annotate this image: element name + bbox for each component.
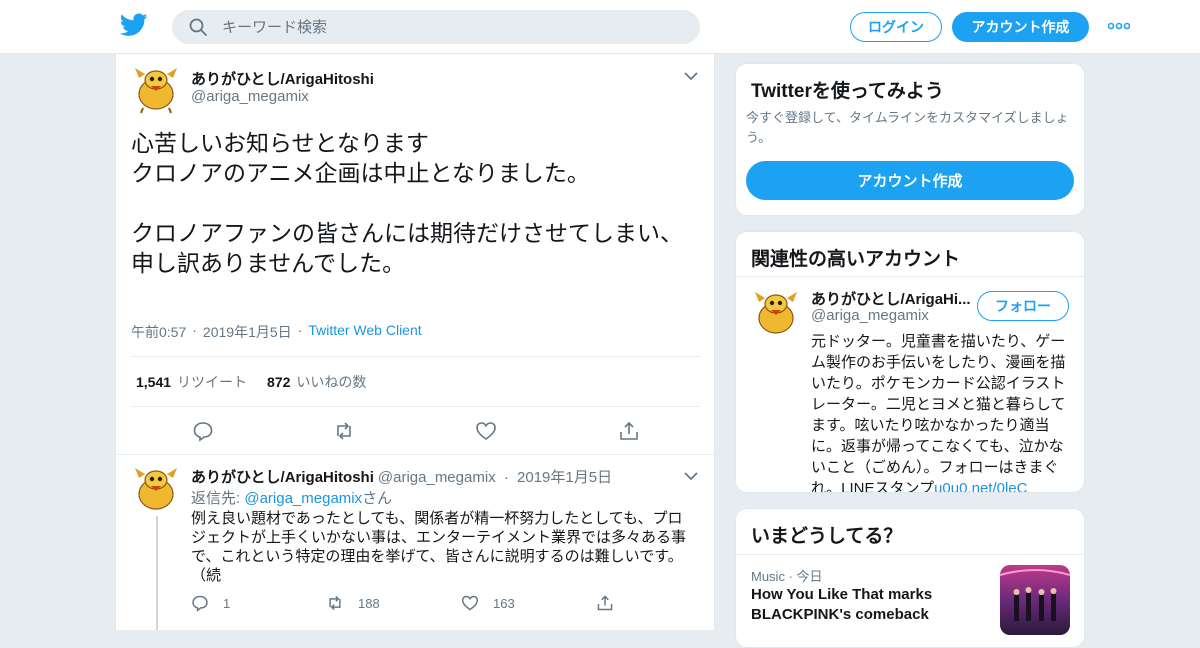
tweet-stats: 1,541 リツイート 872 いいねの数 [136, 372, 366, 392]
tweet-actions [116, 420, 714, 444]
search-box[interactable] [172, 10, 700, 44]
signup-card: Twitterを使ってみよう 今すぐ登録して、タイムラインをカスタマイズしましょ… [735, 63, 1085, 216]
divider [116, 454, 714, 455]
related-accounts-card: 関連性の高いアカウント ありがひとし/ArigaHi... @ariga_meg… [735, 231, 1085, 493]
reply-icon[interactable] [192, 420, 214, 442]
trends-card-title: いまどうしてる？ [751, 526, 903, 547]
share-icon [597, 595, 613, 611]
related-account-name[interactable]: ありがひとし/ArigaHi... [811, 288, 971, 309]
signup-card-subtitle: 今すぐ登録して、タイムラインをカスタマイズしましょう。 [746, 110, 1069, 145]
reply-like-button[interactable]: 163 [461, 594, 515, 612]
reply-date[interactable]: 2019年1月5日 [517, 469, 612, 486]
trend-meta: Music · 今日 [751, 569, 823, 584]
signup-card-button[interactable]: アカウント作成 [746, 161, 1074, 200]
like-stat[interactable]: 872 いいねの数 [267, 372, 366, 392]
trends-card: いまどうしてる？ Music · 今日 How You Like That ma… [735, 508, 1085, 648]
reply-to-line: 返信先: @ariga_megamixさん [191, 490, 393, 507]
tweet-date: 2019年1月5日 [202, 324, 292, 340]
tweet-source-link[interactable]: Twitter Web Client [308, 322, 421, 342]
like-icon[interactable] [475, 420, 497, 442]
related-card-title: 関連性の高いアカウント [751, 249, 961, 270]
reply-to-link[interactable]: @ariga_megamix [244, 490, 362, 507]
like-icon [461, 595, 479, 611]
reply-author-name[interactable]: ありがひとし/ArigaHitoshi [191, 469, 374, 486]
related-account-avatar[interactable] [751, 288, 801, 338]
author-avatar[interactable] [131, 64, 181, 114]
follow-button[interactable]: フォロー [977, 291, 1069, 321]
twitter-bird-icon[interactable] [120, 13, 148, 37]
reply-author-handle[interactable]: @ariga_megamix [378, 469, 496, 486]
search-icon [189, 18, 207, 36]
reply-retweet-button[interactable]: 188 [326, 594, 380, 612]
chevron-down-icon[interactable] [684, 71, 698, 81]
bio-link[interactable]: u0u0.net/0leC [934, 480, 1027, 492]
more-options-icon[interactable] [1108, 18, 1130, 34]
divider [131, 356, 700, 357]
divider [736, 276, 1084, 277]
tweet-time: 午前0:57 [131, 324, 187, 340]
reply-author-avatar[interactable] [131, 464, 181, 514]
tweet-column: ありがひとし/ArigaHitoshi @ariga_megamix 心苦しいお… [115, 54, 715, 630]
author-name[interactable]: ありがひとし/ArigaHitoshi [191, 68, 374, 89]
reply-share-button[interactable] [596, 594, 628, 612]
reply-header: ありがひとし/ArigaHitoshi @ariga_megamix · 2019… [191, 469, 613, 486]
login-button[interactable]: ログイン [850, 12, 942, 42]
reply-text: 例え良い題材であったとしても、関係者が精一杯努力したとしても、プロジェクトが上手… [191, 510, 687, 584]
search-input[interactable] [222, 18, 662, 36]
reply-reply-button[interactable]: 1 [191, 594, 230, 612]
retweet-icon[interactable] [333, 420, 355, 442]
tweet-meta: 午前0:57 · 2019年1月5日 · Twitter Web Client [131, 322, 422, 342]
reply-icon [192, 595, 208, 612]
retweet-icon [329, 595, 341, 611]
reply-actions: 1 188 163 [191, 594, 691, 614]
related-account-bio: 元ドッター。児童書を描いたり、ゲーム製作のお手伝いをしたり、漫画を描いたり。ポケ… [811, 331, 1076, 492]
share-icon[interactable] [618, 420, 640, 442]
trend-headline[interactable]: How You Like That marks BLACKPINK's come… [751, 585, 981, 625]
retweet-stat[interactable]: 1,541 リツイート [136, 372, 247, 392]
thread-line [156, 516, 158, 630]
signup-card-title: Twitterを使ってみよう [751, 81, 944, 102]
related-account-handle[interactable]: @ariga_megamix [811, 307, 929, 324]
trend-thumbnail-image[interactable] [1000, 565, 1070, 635]
top-bar: ログイン アカウント作成 [0, 0, 1200, 54]
author-handle[interactable]: @ariga_megamix [191, 88, 309, 105]
signup-button[interactable]: アカウント作成 [952, 12, 1089, 42]
tweet-text: 心苦しいお知らせとなります クロノアのアニメ企画は中止となりました。 クロノアフ… [131, 130, 683, 276]
divider [736, 554, 1084, 555]
chevron-down-icon[interactable] [684, 471, 698, 481]
divider [131, 406, 700, 407]
